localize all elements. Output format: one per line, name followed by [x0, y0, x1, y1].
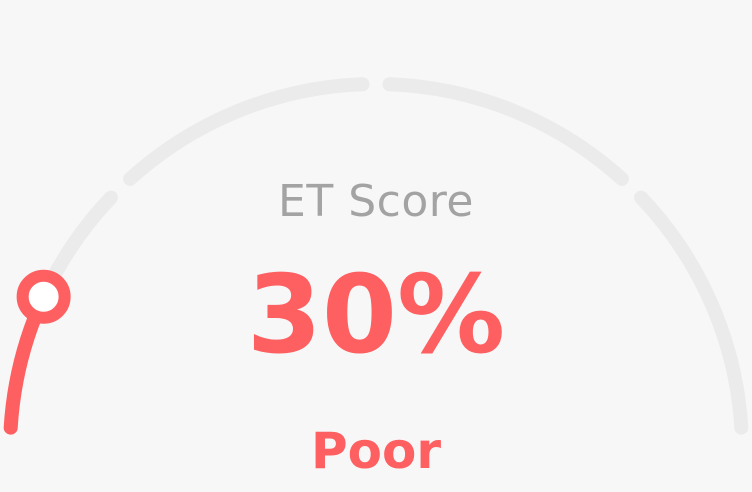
gauge-track-segment: [123, 77, 370, 186]
score-rating: Poor: [310, 422, 441, 480]
gauge-track-segment: [382, 77, 629, 186]
score-value: 30%: [246, 253, 506, 378]
score-gauge: ET Score 30% Poor: [0, 0, 752, 492]
score-label: ET Score: [278, 176, 474, 227]
gauge-arc-graphic: [3, 77, 749, 435]
